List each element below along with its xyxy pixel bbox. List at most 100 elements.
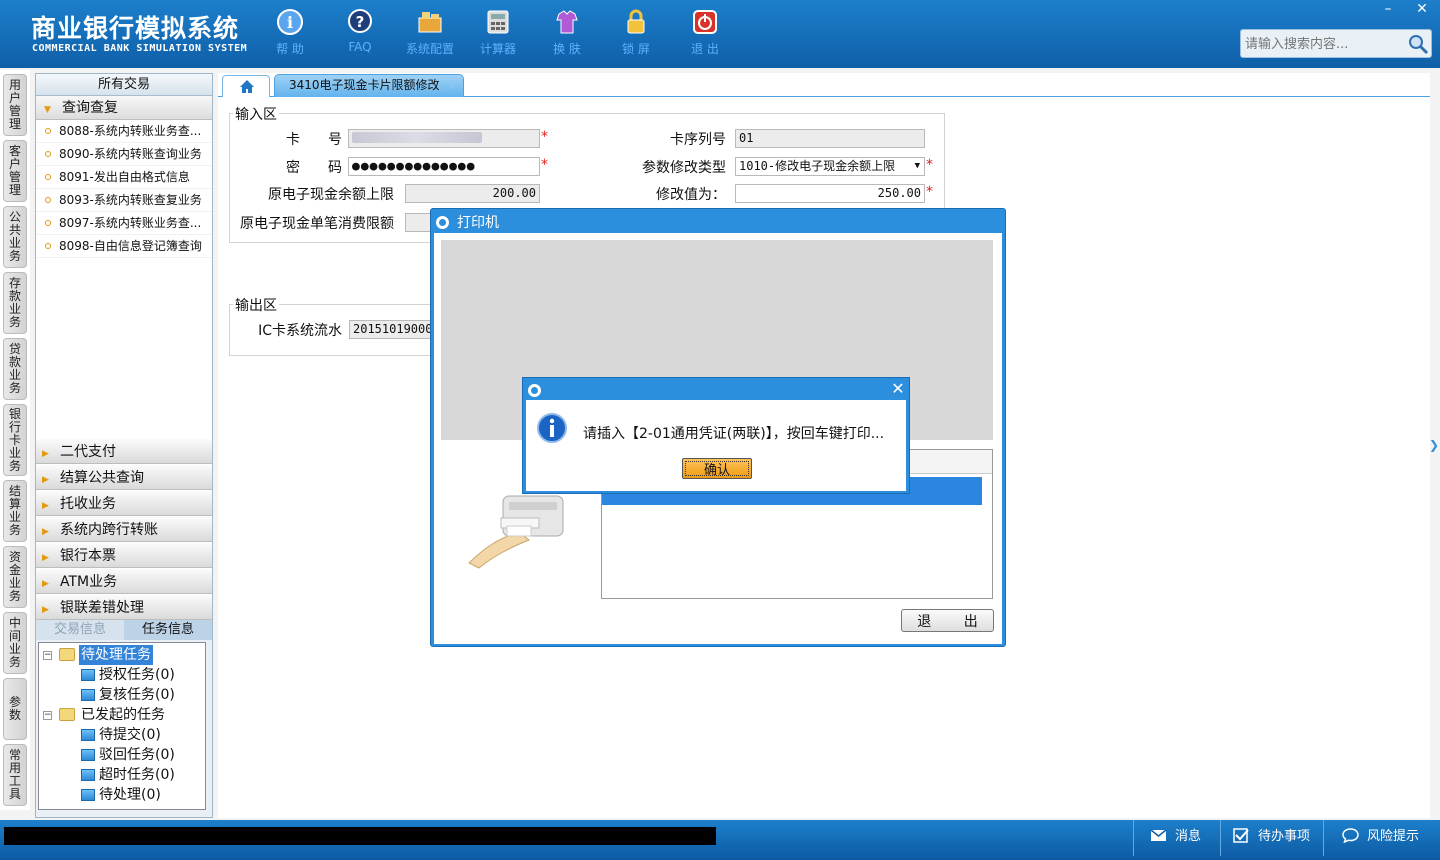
all-transactions-header[interactable]: 所有交易: [36, 74, 212, 96]
masked-card-number: [352, 132, 482, 143]
card-no-field[interactable]: [348, 129, 540, 148]
nav-category-interbank-transfer[interactable]: ▶ 系统内跨行转账: [36, 516, 212, 542]
card-seq-field[interactable]: 01: [735, 129, 925, 148]
app-logo-icon: [528, 384, 541, 397]
faq-label: FAQ: [348, 40, 372, 54]
vtab-common-tools[interactable]: 常用工具: [3, 744, 27, 806]
nav-category-second-gen-payment[interactable]: ▶ 二代支付: [36, 438, 212, 464]
search-input[interactable]: [1245, 34, 1403, 54]
exit-label: 退 出: [691, 42, 719, 56]
lock-button[interactable]: 锁 屏: [606, 8, 666, 57]
vtab-user-management[interactable]: 用户管理: [3, 74, 27, 136]
status-bar: 消息 待办事项 风险提示: [0, 820, 1440, 860]
vtab-bank-card-business[interactable]: 银行卡业务: [3, 404, 27, 476]
vtab-customer-management[interactable]: 客户管理: [3, 140, 27, 202]
close-window-button[interactable]: ✕: [1410, 0, 1434, 18]
skin-button[interactable]: 换 肤: [537, 8, 597, 57]
card-seq-label: 卡序列号: [670, 132, 726, 148]
nav-category-atm[interactable]: ▶ ATM业务: [36, 568, 212, 594]
tree-node-review[interactable]: 复核任务(0): [39, 685, 205, 705]
svg-text:?: ?: [356, 13, 365, 31]
nav-item-8090[interactable]: 8090-系统内转账查询业务: [36, 143, 212, 166]
tree-node-processing[interactable]: 待处理(0): [39, 785, 205, 805]
nav-item-8098[interactable]: 8098-自由信息登记簿查询: [36, 235, 212, 258]
nav-category-query[interactable]: ▼ 查询查复: [36, 96, 212, 120]
search-box: [1240, 29, 1432, 58]
help-button[interactable]: i 帮 助: [260, 8, 320, 57]
expand-icon: ▶: [42, 449, 49, 459]
exit-button[interactable]: 退 出: [675, 8, 735, 57]
checkbox-icon: [1233, 828, 1249, 843]
param-type-select[interactable]: 1010-修改电子现金余额上限 ▼: [735, 157, 925, 176]
tree-node-timeout[interactable]: 超时任务(0): [39, 765, 205, 785]
nav-item-8093[interactable]: 8093-系统内转账查复业务: [36, 189, 212, 212]
lock-icon: [627, 9, 645, 34]
search-icon[interactable]: [1407, 33, 1429, 55]
vtab-intermediary-business[interactable]: 中间业务: [3, 612, 27, 674]
collapse-icon[interactable]: −: [43, 651, 52, 660]
confirm-button[interactable]: 确认: [682, 458, 752, 479]
nav-item-8088[interactable]: 8088-系统内转账业务查...: [36, 120, 212, 143]
risk-alert-button[interactable]: 风险提示: [1342, 827, 1419, 847]
nav-category-settlement-query[interactable]: ▶ 结算公共查询: [36, 464, 212, 490]
expand-icon: ▶: [42, 579, 49, 589]
home-tab[interactable]: [222, 75, 270, 97]
orig-limit-field[interactable]: 200.00: [405, 184, 540, 203]
bullet-icon: [45, 243, 51, 249]
modify-value-field[interactable]: 250.00: [735, 184, 925, 203]
ic-flow-field[interactable]: 20151019000: [349, 320, 439, 339]
nav-item-8091[interactable]: 8091-发出自由格式信息: [36, 166, 212, 189]
message-close-button[interactable]: ✕: [889, 380, 907, 398]
tab-task-info[interactable]: 任务信息: [124, 620, 212, 640]
bullet-icon: [45, 151, 51, 157]
task-icon: [81, 689, 95, 701]
message-body: 请插入【2-01通用凭证(两联)】，按回车键打印... 确认: [526, 400, 906, 491]
tab-close-icon[interactable]: ×: [448, 79, 457, 92]
app-subtitle: COMMERCIAL BANK SIMULATION SYSTEM: [32, 43, 248, 54]
printer-exit-button[interactable]: 退 出: [901, 609, 994, 632]
tree-node-pending[interactable]: − 待处理任务: [39, 645, 205, 665]
collapse-icon[interactable]: −: [43, 711, 52, 720]
info-icon: [537, 413, 567, 443]
lock-label: 锁 屏: [622, 42, 650, 56]
vtab-parameters[interactable]: 参数: [3, 678, 27, 740]
tree-node-rejected[interactable]: 驳回任务(0): [39, 745, 205, 765]
calculator-label: 计算器: [479, 42, 516, 56]
messages-button[interactable]: 消息: [1150, 827, 1201, 847]
app-title: 商业银行模拟系统: [31, 14, 240, 43]
config-button[interactable]: 系统配置: [400, 8, 460, 57]
card-no-label: 卡 号: [286, 132, 342, 148]
faq-button[interactable]: ? FAQ: [330, 8, 390, 54]
tree-node-to-submit[interactable]: 待提交(0): [39, 725, 205, 745]
calculator-button[interactable]: 计算器: [468, 8, 528, 57]
ic-flow-label: IC卡系统流水: [258, 323, 342, 339]
tab-3410-card-limit[interactable]: 3410电子现金卡片限额修改 ×: [274, 74, 464, 97]
vtab-public-business[interactable]: 公共业务: [3, 206, 27, 268]
task-icon: [81, 789, 95, 801]
minimize-button[interactable]: –: [1376, 0, 1400, 18]
svg-text:i: i: [287, 13, 293, 32]
nav-category-unionpay-error[interactable]: ▶ 银联差错处理: [36, 594, 212, 620]
nav-category-cashier-check[interactable]: ▶ 银行本票: [36, 542, 212, 568]
tab-transaction-info[interactable]: 交易信息: [36, 620, 124, 640]
bullet-icon: [45, 174, 51, 180]
folder-icon: [59, 708, 75, 721]
password-field[interactable]: ●●●●●●●●●●●●●●: [348, 157, 540, 176]
message-dialog: ✕ 请插入【2-01通用凭证(两联)】，按回车键打印... 确认: [522, 377, 910, 494]
vtab-deposit-business[interactable]: 存款业务: [3, 272, 27, 334]
vtab-settlement-business[interactable]: 结算业务: [3, 480, 27, 542]
status-divider: [1220, 820, 1221, 856]
orig-limit-label: 原电子现金余额上限: [268, 187, 394, 203]
expand-panel-icon[interactable]: ❯: [1428, 420, 1440, 470]
tree-node-authorize[interactable]: 授权任务(0): [39, 665, 205, 685]
nav-item-8097[interactable]: 8097-系统内转账业务查...: [36, 212, 212, 235]
nav-category-collection[interactable]: ▶ 托收业务: [36, 490, 212, 516]
expand-icon: ▶: [42, 475, 49, 485]
vtab-fund-business[interactable]: 资金业务: [3, 546, 27, 608]
required-mark: *: [926, 157, 933, 173]
vtab-loan-business[interactable]: 贷款业务: [3, 338, 27, 400]
todo-button[interactable]: 待办事项: [1233, 827, 1310, 847]
tree-node-initiated[interactable]: − 已发起的任务: [39, 705, 205, 725]
task-icon: [81, 749, 95, 761]
modify-value-label: 修改值为：: [656, 187, 726, 203]
